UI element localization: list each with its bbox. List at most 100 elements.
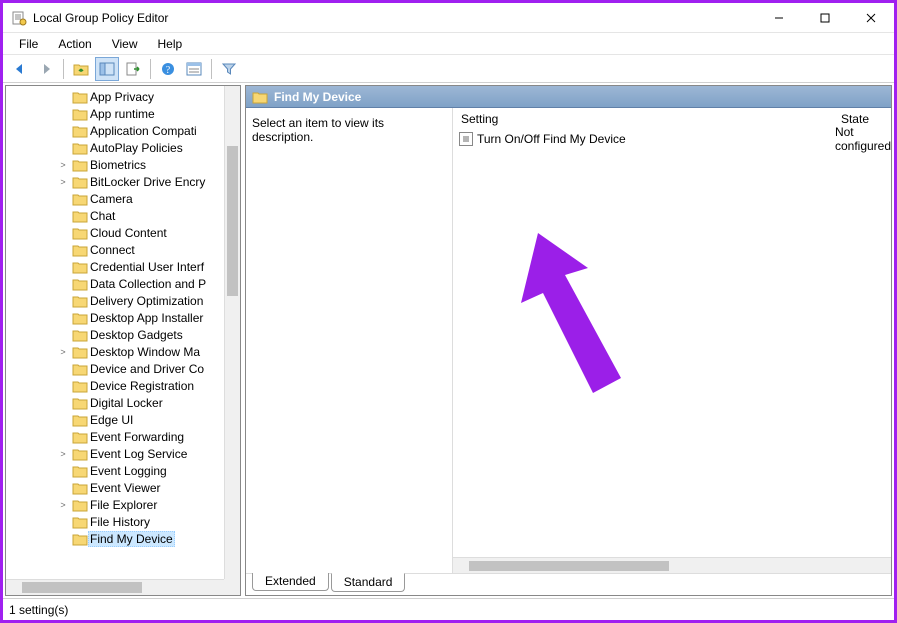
menubar: File Action View Help [3,33,894,55]
tree-item[interactable]: Camera [6,190,224,207]
tree-item-label: App Privacy [88,90,156,104]
folder-icon [72,124,88,138]
content-tabs: Extended Standard [246,573,891,595]
expander-icon[interactable]: > [56,347,70,357]
folder-icon [72,209,88,223]
tree-item[interactable]: AutoPlay Policies [6,139,224,156]
expander-icon[interactable]: > [56,449,70,459]
show-hide-tree-icon[interactable] [95,57,119,81]
folder-icon [72,90,88,104]
tree-item-label: Event Forwarding [88,430,186,444]
settings-horizontal-scrollbar[interactable] [453,557,891,573]
expander-icon[interactable]: > [56,177,70,187]
tree-item[interactable]: Event Logging [6,462,224,479]
properties-icon[interactable] [182,57,206,81]
tree-item[interactable]: > Event Log Service [6,445,224,462]
scroll-corner [224,579,240,595]
folder-icon [72,396,88,410]
tree-item-label: File History [88,515,152,529]
tree-item-label: File Explorer [88,498,159,512]
status-text: 1 setting(s) [9,603,68,617]
folder-icon [72,532,88,546]
folder-icon [72,158,88,172]
statusbar: 1 setting(s) [3,598,894,620]
column-headers[interactable]: Setting State [453,108,891,130]
folder-icon [72,464,88,478]
setting-row[interactable]: Turn On/Off Find My Device Not configure… [453,130,891,148]
tree-item[interactable]: App Privacy [6,88,224,105]
menu-view[interactable]: View [102,35,148,53]
tree-item[interactable]: Device and Driver Co [6,360,224,377]
menu-action[interactable]: Action [48,35,101,53]
toolbar-separator [63,59,64,79]
up-folder-icon[interactable] [69,57,93,81]
tree-item-label: Find My Device [88,531,175,547]
forward-arrow-icon[interactable] [34,57,58,81]
column-header-setting[interactable]: Setting [453,109,833,129]
tree-item[interactable]: > File Explorer [6,496,224,513]
tree-item-label: Desktop Window Ma [88,345,202,359]
tree-item-label: App runtime [88,107,157,121]
help-icon[interactable]: ? [156,57,180,81]
folder-icon [72,141,88,155]
setting-name: Turn On/Off Find My Device [477,132,626,146]
menu-help[interactable]: Help [148,35,193,53]
expander-icon[interactable]: > [56,160,70,170]
filter-icon[interactable] [217,57,241,81]
tree-item[interactable]: > Biometrics [6,156,224,173]
tree-item[interactable]: Delivery Optimization [6,292,224,309]
tree-horizontal-scrollbar[interactable] [6,579,224,595]
export-list-icon[interactable] [121,57,145,81]
folder-icon [72,277,88,291]
app-icon [11,10,27,26]
content-header: Find My Device [246,86,891,108]
close-button[interactable] [848,3,894,33]
tree-item-label: Device and Driver Co [88,362,206,376]
folder-icon [72,243,88,257]
maximize-button[interactable] [802,3,848,33]
expander-icon[interactable]: > [56,500,70,510]
tree-item[interactable]: > Desktop Window Ma [6,343,224,360]
tree-item[interactable]: Event Viewer [6,479,224,496]
tree-item[interactable]: Desktop Gadgets [6,326,224,343]
toolbar-separator [211,59,212,79]
tree-vertical-scrollbar[interactable] [224,86,240,579]
tree-item[interactable]: Event Forwarding [6,428,224,445]
tree-item-label: Device Registration [88,379,196,393]
tree-item[interactable]: Edge UI [6,411,224,428]
tree-item-label: Event Logging [88,464,169,478]
tree-item-label: Credential User Interf [88,260,206,274]
tree-item[interactable]: Connect [6,241,224,258]
tree-item-label: Data Collection and P [88,277,208,291]
tree-item-label: Desktop Gadgets [88,328,185,342]
menu-file[interactable]: File [9,35,48,53]
tree-item[interactable]: Digital Locker [6,394,224,411]
folder-icon [72,260,88,274]
tree-item-label: Connect [88,243,137,257]
tree-item[interactable]: File History [6,513,224,530]
tree-item[interactable]: Find My Device [6,530,224,547]
tree-item[interactable]: Desktop App Installer [6,309,224,326]
tree-item[interactable]: Device Registration [6,377,224,394]
tree-item-label: Application Compati [88,124,199,138]
folder-icon [252,90,268,104]
tree-item[interactable]: Chat [6,207,224,224]
tab-extended[interactable]: Extended [252,573,329,591]
tree-item[interactable]: Data Collection and P [6,275,224,292]
tab-standard[interactable]: Standard [331,573,406,592]
folder-icon [72,362,88,376]
tree-item[interactable]: Cloud Content [6,224,224,241]
folder-icon [72,481,88,495]
back-arrow-icon[interactable] [8,57,32,81]
minimize-button[interactable] [756,3,802,33]
tree-item-label: Camera [88,192,135,206]
tree-item[interactable]: Credential User Interf [6,258,224,275]
policy-setting-icon [459,132,473,146]
tree-item[interactable]: Application Compati [6,122,224,139]
tree-item-label: Digital Locker [88,396,165,410]
description-column: Select an item to view its description. [246,108,452,573]
tree-item[interactable]: > BitLocker Drive Encry [6,173,224,190]
content-pane: Find My Device Select an item to view it… [245,85,892,596]
tree-view[interactable]: App Privacy App runtime Application Comp… [6,86,224,579]
tree-item[interactable]: App runtime [6,105,224,122]
